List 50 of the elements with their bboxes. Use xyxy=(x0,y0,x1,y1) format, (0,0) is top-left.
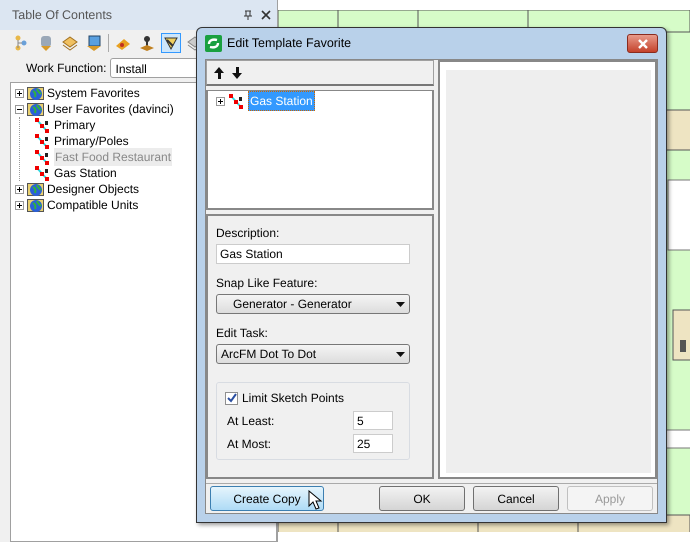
number-field[interactable]: 5 xyxy=(353,411,393,430)
field-label: At Least: xyxy=(227,412,274,430)
cursor-icon xyxy=(308,490,323,511)
tree-item[interactable]: Gas Station xyxy=(54,164,117,182)
snap-feature-dropdown[interactable]: Generator - Generator xyxy=(216,294,410,314)
expand-icon[interactable] xyxy=(15,184,24,194)
dropdown-arrow-icon xyxy=(396,302,405,306)
tree-item[interactable]: Compatible Units xyxy=(47,196,138,214)
edit-task-dropdown[interactable]: ArcFM Dot To Dot xyxy=(216,344,410,364)
expand-icon[interactable] xyxy=(15,88,24,98)
dropdown-arrow-icon xyxy=(396,352,405,356)
template-icon xyxy=(228,92,245,110)
field-label: Work Function: xyxy=(26,60,106,77)
template-tool-icon[interactable] xyxy=(161,33,181,53)
globe-folder-icon xyxy=(27,180,44,198)
tree-item[interactable]: Primary xyxy=(54,116,96,134)
up-arrow-icon[interactable] xyxy=(213,66,225,80)
globe-folder-icon xyxy=(27,100,44,118)
app-icon xyxy=(205,35,222,52)
close-icon[interactable] xyxy=(261,10,271,20)
template-icon xyxy=(34,132,51,150)
number-field[interactable]: 25 xyxy=(353,434,393,453)
dialog-button[interactable]: OK xyxy=(379,486,465,511)
tree-item[interactable]: User Favorites (davinci) xyxy=(47,100,174,118)
field-label: Snap Like Feature: xyxy=(216,275,318,292)
checkbox[interactable] xyxy=(225,392,238,404)
pin-icon[interactable] xyxy=(243,10,253,20)
dialog-button[interactable]: Cancel xyxy=(473,486,559,511)
close-icon xyxy=(636,38,648,48)
down-arrow-icon[interactable] xyxy=(231,66,243,80)
tree-item[interactable]: Designer Objects xyxy=(47,180,140,198)
tree-item[interactable]: Primary/Poles xyxy=(54,132,129,150)
window-title: Edit Template Favorite xyxy=(227,35,352,52)
description-field[interactable]: Gas Station xyxy=(216,244,410,264)
checkbox-label: Limit Sketch Points xyxy=(242,390,344,407)
expand-icon[interactable] xyxy=(15,200,24,210)
globe-folder-icon xyxy=(27,196,44,214)
field-label: At Most: xyxy=(227,436,272,452)
template-icon xyxy=(34,148,51,166)
tree-item[interactable]: System Favorites xyxy=(47,84,140,102)
globe-folder-icon xyxy=(27,84,44,102)
close-button[interactable] xyxy=(627,34,658,53)
expand-icon[interactable] xyxy=(216,96,225,106)
collapse-icon[interactable] xyxy=(15,104,24,114)
panel-title: Table Of Contents xyxy=(12,6,112,24)
template-icon xyxy=(34,164,51,182)
field-label: Edit Task: xyxy=(216,325,269,342)
template-icon xyxy=(34,116,51,134)
dialog-button[interactable]: Create Copy xyxy=(210,486,324,511)
field-label: Description: xyxy=(216,225,280,242)
